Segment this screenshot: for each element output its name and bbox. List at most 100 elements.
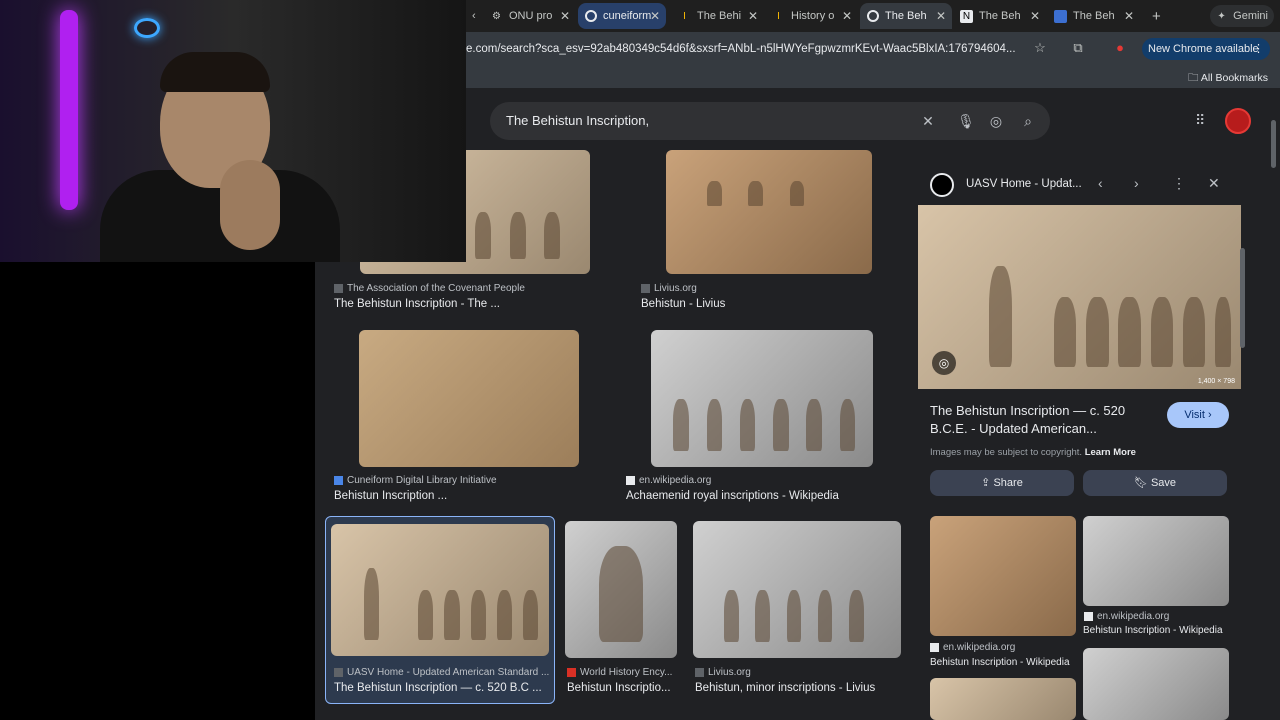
close-icon[interactable]: ✕: [1208, 175, 1220, 192]
result-image[interactable]: [651, 330, 873, 467]
gear-icon: ⚙: [492, 10, 501, 22]
result-source: en.wikipedia.org: [626, 475, 711, 486]
share-icon: ⇪: [981, 477, 991, 489]
result-title[interactable]: Behistun Inscription ...: [334, 490, 447, 502]
person-hair: [160, 52, 270, 92]
all-bookmarks[interactable]: 🗀 All Bookmarks: [1188, 70, 1268, 88]
gemini-label: Gemini: [1233, 10, 1268, 22]
visit-button[interactable]: Visit ›: [1167, 402, 1229, 428]
result-source: Livius.org: [695, 667, 751, 678]
document-icon: I: [683, 10, 686, 22]
related-image[interactable]: [930, 516, 1076, 636]
lens-icon[interactable]: ◎: [932, 351, 956, 375]
avatar[interactable]: [1225, 108, 1251, 134]
tab-behistun-1[interactable]: I The Behi ✕: [672, 3, 764, 29]
tab-strip: ‹ ⚙ ONU pro ✕ cuneiform ✕ I The Behi ✕ I…: [466, 0, 1280, 32]
browser-window: ‹ ⚙ ONU pro ✕ cuneiform ✕ I The Behi ✕ I…: [0, 0, 1280, 720]
neon-sign: [134, 18, 160, 38]
close-icon[interactable]: ✕: [560, 9, 570, 23]
tab-behistun-active[interactable]: The Beh ✕: [860, 3, 952, 29]
panel-site[interactable]: UASV Home - Updat...: [966, 178, 1082, 190]
result-title[interactable]: Behistun, minor inscriptions - Livius: [695, 682, 875, 694]
result-title[interactable]: Behistun - Livius: [641, 298, 725, 310]
webcam-overlay: [0, 0, 466, 262]
gemini-button[interactable]: ✦ Gemini: [1210, 5, 1274, 27]
new-tab-button[interactable]: +: [1146, 3, 1170, 29]
chevron-left-icon[interactable]: ‹: [1098, 175, 1103, 191]
image-preview-panel: UASV Home - Updat... ‹ › ⋮ ✕ ◎ 1,400 × 7…: [918, 168, 1245, 720]
tab-label: The Beh: [979, 10, 1021, 22]
more-vert-icon: ⋮: [1253, 43, 1264, 55]
google-icon: [866, 9, 879, 23]
result-source: Livius.org: [641, 283, 697, 294]
more-vert-icon[interactable]: ⋮: [1172, 175, 1186, 192]
notion-icon: N: [960, 9, 973, 23]
tab-label: ONU pro: [509, 10, 553, 22]
result-image[interactable]: [331, 524, 549, 656]
plus-icon: +: [1152, 7, 1161, 25]
image-icon: [1054, 9, 1067, 23]
google-icon: [584, 9, 597, 23]
tab-cuneiform[interactable]: cuneiform ✕: [578, 3, 666, 29]
extension-icon[interactable]: ●: [1112, 40, 1128, 56]
related-image[interactable]: [1083, 648, 1229, 720]
close-icon[interactable]: ✕: [748, 9, 758, 23]
star-icon[interactable]: ☆: [1032, 40, 1048, 56]
apps-icon[interactable]: ⠿: [1195, 112, 1205, 129]
tab-behistun-image[interactable]: The Beh ✕: [1048, 3, 1140, 29]
panel-title[interactable]: The Behistun Inscription — c. 520 B.C.E.…: [930, 402, 1158, 438]
new-chrome-button[interactable]: New Chrome available ⋮: [1142, 38, 1270, 60]
share-button[interactable]: ⇪ Share: [930, 470, 1074, 496]
search-icon[interactable]: ⌕: [1018, 111, 1038, 131]
address-bar[interactable]: e.com/search?sca_esv=92ab480349c54d6f&sx…: [466, 37, 1056, 61]
related-image[interactable]: [930, 678, 1076, 720]
result-title[interactable]: Behistun Inscriptio...: [567, 682, 671, 694]
tab-label: The Behi: [697, 10, 742, 22]
tab-label: cuneiform: [603, 10, 652, 22]
page-scrollbar[interactable]: [1271, 120, 1276, 168]
document-icon: I: [777, 10, 780, 22]
folder-icon: 🗀: [1188, 72, 1199, 84]
result-title[interactable]: The Behistun Inscription - The ...: [334, 298, 500, 310]
learn-more-link[interactable]: Learn More: [1085, 447, 1136, 458]
related-title[interactable]: Behistun Inscription - Wikipedia: [930, 657, 1070, 668]
close-icon[interactable]: ✕: [1030, 9, 1040, 23]
preview-image[interactable]: ◎ 1,400 × 798: [918, 205, 1241, 389]
close-icon[interactable]: ✕: [936, 9, 946, 23]
related-image[interactable]: [1083, 516, 1229, 606]
close-icon[interactable]: ✕: [650, 9, 660, 23]
all-bookmarks-label: All Bookmarks: [1200, 72, 1268, 84]
result-source: The Association of the Covenant People: [334, 283, 525, 294]
result-image[interactable]: [359, 330, 579, 467]
result-source: Cuneiform Digital Library Initiative: [334, 475, 497, 486]
related-title[interactable]: Behistun Inscription - Wikipedia: [1083, 625, 1223, 636]
image-size: 1,400 × 798: [1197, 378, 1235, 385]
result-image[interactable]: [693, 521, 901, 658]
close-icon[interactable]: ✕: [842, 9, 852, 23]
tab-label: The Beh: [1073, 10, 1115, 22]
tab-history[interactable]: I History o ✕: [766, 3, 858, 29]
cast-icon[interactable]: ⧉: [1070, 40, 1086, 56]
microphone-icon[interactable]: 🎙: [956, 111, 976, 131]
result-image[interactable]: [565, 521, 677, 658]
sparkle-icon: ✦: [1217, 10, 1226, 22]
tab-scroll-left[interactable]: ‹: [466, 3, 484, 29]
panel-scrollbar[interactable]: [1240, 248, 1245, 348]
result-source: World History Ency...: [567, 667, 672, 678]
lens-icon[interactable]: ◎: [986, 111, 1006, 131]
search-input[interactable]: The Behistun Inscription,: [506, 113, 649, 128]
result-title[interactable]: Achaemenid royal inscriptions - Wikipedi…: [626, 490, 839, 502]
copyright-notice: Images may be subject to copyright. Lear…: [930, 447, 1136, 458]
chevron-right-icon[interactable]: ›: [1134, 175, 1139, 191]
bookmarks-bar: 🗀 All Bookmarks: [466, 66, 1280, 88]
tab-behistun-notion[interactable]: N The Beh ✕: [954, 3, 1046, 29]
result-image[interactable]: [666, 150, 872, 274]
person-hand: [220, 160, 280, 250]
result-title[interactable]: The Behistun Inscription — c. 520 B.C ..…: [334, 682, 542, 694]
search-box[interactable]: The Behistun Inscription, ✕ 🎙 ◎ ⌕: [490, 102, 1050, 140]
close-icon[interactable]: ✕: [1124, 9, 1134, 23]
save-button[interactable]: 🔖︎ Save: [1083, 470, 1227, 496]
clear-icon[interactable]: ✕: [918, 111, 938, 131]
tab-label: History o: [791, 10, 835, 22]
tab-onu[interactable]: ⚙ ONU pro ✕: [484, 3, 576, 29]
